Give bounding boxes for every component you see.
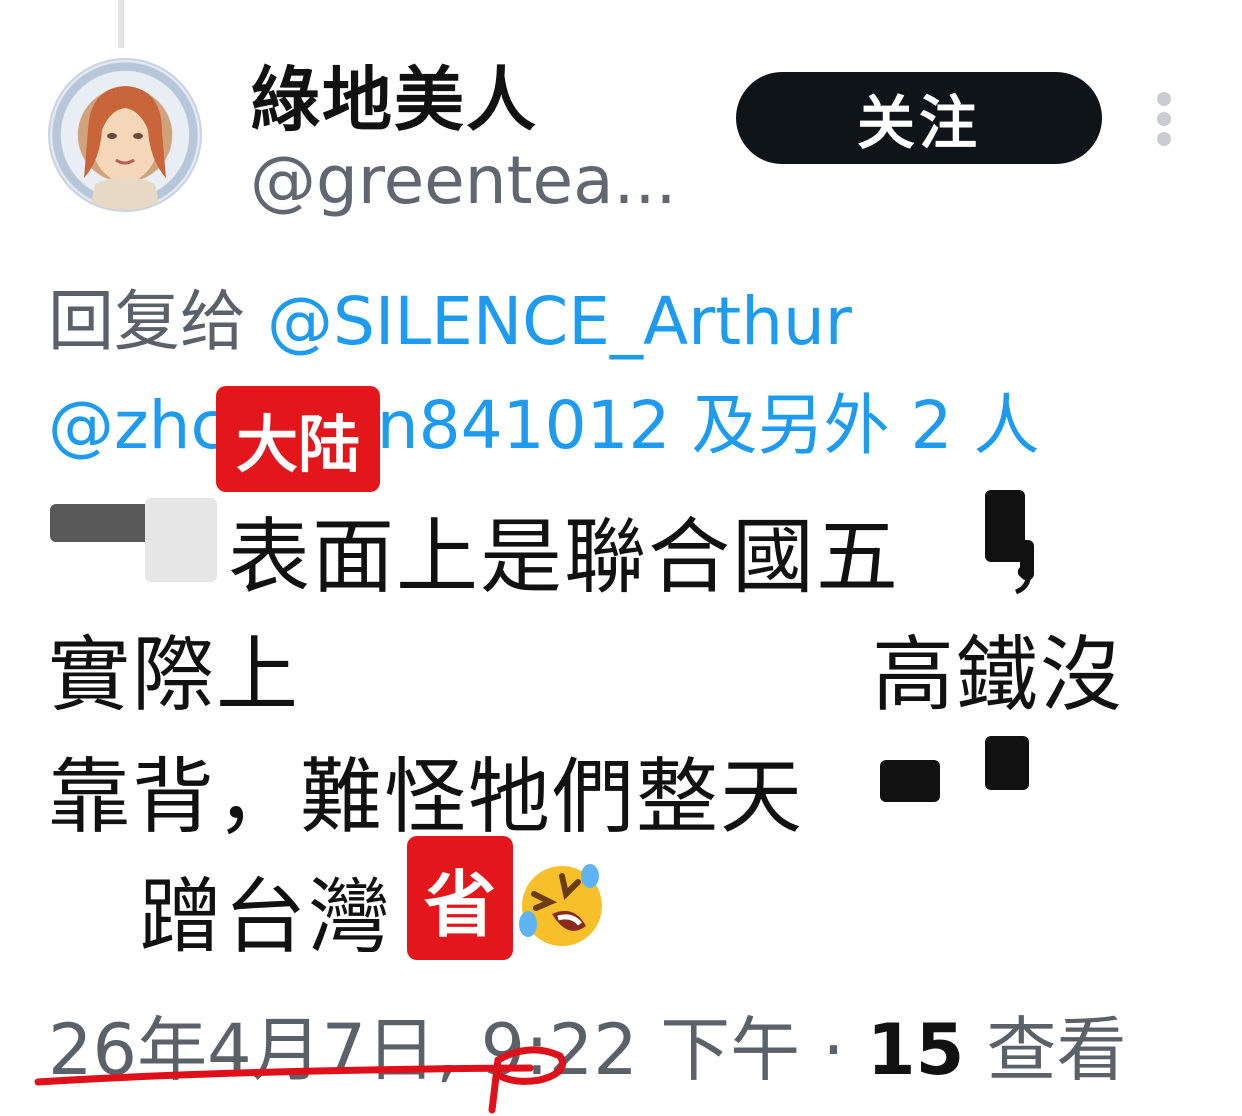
annotation-tag-province: 省 — [407, 836, 513, 960]
reply-to-line-2: @zhc n841012 及另外 2 人 — [48, 372, 1039, 468]
redaction-mark — [985, 490, 1025, 562]
redaction-mark — [880, 760, 940, 802]
display-name[interactable]: 綠地美人 — [250, 44, 538, 145]
tweet-text-fragment: 表面上是聯合國五 — [228, 510, 901, 605]
reply-user-link-2-tail[interactable]: n841012 — [377, 387, 671, 464]
tweet-text-line-4: 蹭台灣 — [140, 870, 393, 965]
redaction-mark — [985, 736, 1029, 790]
annotation-tag-mainland: 大陆 — [216, 386, 380, 492]
redaction-mark — [940, 790, 1040, 810]
red-underline-annotation — [34, 1046, 566, 1114]
avatar[interactable] — [48, 58, 202, 212]
follow-button[interactable]: 关注 — [736, 72, 1102, 164]
rolling-on-floor-laughing-emoji — [519, 864, 602, 946]
views-label: 查看 — [964, 1009, 1127, 1091]
reply-prefix: 回复给 — [48, 283, 246, 360]
reply-to-line: 回复给 @SILENCE_Arthur — [48, 268, 852, 364]
reply-user-link[interactable]: @SILENCE_Arthur — [267, 283, 852, 360]
redaction-mark — [145, 498, 217, 582]
tweet-text-line-1: 表面上是聯合國五， — [228, 490, 1088, 609]
tweet-text-line-2: 實際上 — [48, 628, 301, 723]
meta-separator: · — [800, 1009, 867, 1091]
redaction-mark — [50, 504, 150, 542]
redaction-mark — [1020, 540, 1034, 580]
reply-others-link[interactable]: 及另外 2 人 — [692, 387, 1040, 464]
tweet-text-line-2-tail: 高鐵沒 — [872, 628, 1125, 723]
tweet-text-line-3: 靠背，難怪牠們整天 — [48, 750, 805, 845]
views-count: 15 — [866, 1009, 965, 1091]
reply-user-link-2[interactable]: @zhc — [48, 387, 227, 464]
thread-connector-line — [118, 0, 124, 48]
more-vertical-icon[interactable] — [1154, 92, 1174, 148]
user-handle[interactable]: @greentea... — [250, 142, 677, 219]
